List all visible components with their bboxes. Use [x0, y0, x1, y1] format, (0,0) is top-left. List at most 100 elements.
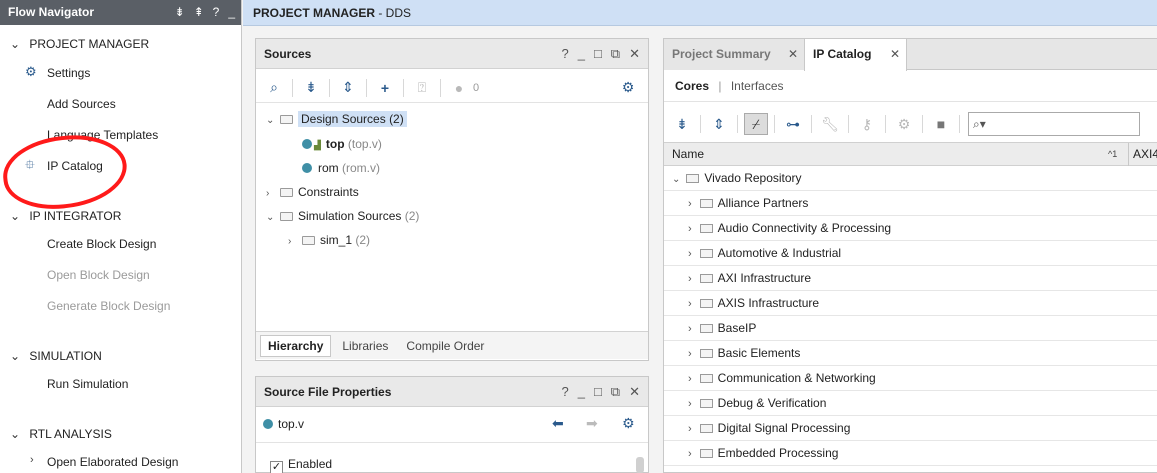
back-arrow-icon[interactable]: ⬅: [552, 415, 564, 432]
repository-label: Vivado Repository: [704, 171, 802, 185]
collapse-all-icon[interactable]: ⇟: [175, 0, 185, 25]
tab-libraries[interactable]: Libraries: [335, 336, 395, 356]
key-icon[interactable]: ⚷: [855, 113, 879, 135]
chevron-down-icon: ⌄: [672, 174, 681, 185]
nav-item-add-sources[interactable]: Add Sources: [47, 97, 116, 111]
help-icon[interactable]: ?: [213, 0, 220, 25]
collapse-all-icon[interactable]: ⇟: [299, 77, 323, 99]
list-item[interactable]: › BaseIP: [664, 316, 1157, 341]
source-file-properties-panel: Source File Properties ? _ □ ⧉ ✕ top.v ⬅…: [255, 376, 649, 473]
scrollbar[interactable]: [636, 457, 644, 473]
maximize-icon[interactable]: □: [594, 377, 602, 407]
close-icon[interactable]: ✕: [629, 377, 640, 407]
unknown-file-icon[interactable]: ⍰: [410, 77, 434, 99]
tree-count: (2): [355, 233, 371, 247]
subtab-cores[interactable]: Cores: [675, 79, 709, 93]
close-icon[interactable]: ✕: [629, 39, 640, 69]
minimize-icon[interactable]: _: [228, 0, 235, 25]
expand-all-icon[interactable]: ⇞: [194, 0, 204, 25]
wrench-icon[interactable]: 🔧︎: [818, 113, 842, 135]
minimize-icon[interactable]: _: [578, 377, 585, 407]
filter-icon[interactable]: ⌿: [744, 113, 768, 135]
tab-compile-order[interactable]: Compile Order: [399, 336, 491, 356]
list-item[interactable]: › Audio Connectivity & Processing: [664, 216, 1157, 241]
forward-arrow-icon[interactable]: ➡: [586, 415, 598, 432]
chevron-right-icon[interactable]: ›: [30, 454, 34, 466]
help-icon[interactable]: ?: [561, 39, 568, 69]
verilog-module-icon: [302, 163, 312, 173]
gear-icon: ⚙: [25, 64, 37, 79]
repository-row[interactable]: ⌄ Vivado Repository: [664, 166, 1157, 191]
expand-all-icon[interactable]: ⇕: [336, 77, 360, 99]
search-input[interactable]: ⌕▾: [968, 112, 1140, 136]
list-item[interactable]: › Digital Signal Processing: [664, 416, 1157, 441]
tree-rom[interactable]: rom (rom.v): [302, 161, 380, 175]
folder-icon: [699, 249, 713, 258]
tree-design-sources[interactable]: ⌄ Design Sources (2): [266, 111, 407, 127]
list-item[interactable]: › Alliance Partners: [664, 191, 1157, 216]
tree-count: (2): [389, 112, 404, 126]
enabled-checkbox[interactable]: ✓: [270, 461, 283, 473]
hierarchy-top-icon: ▟: [314, 140, 321, 150]
maximize-icon[interactable]: □: [594, 39, 602, 69]
enabled-label: Enabled: [288, 457, 333, 471]
list-item[interactable]: › AXI Infrastructure: [664, 266, 1157, 291]
section-rtl-analysis[interactable]: ⌄ RTL ANALYSIS: [10, 427, 112, 441]
tree-simulation-sources[interactable]: ⌄ Simulation Sources (2): [266, 209, 419, 223]
sources-bottom-tabs: Hierarchy Libraries Compile Order: [256, 331, 648, 359]
tree-top[interactable]: ▟ top (top.v): [302, 137, 382, 151]
enabled-checkbox-row[interactable]: ✓ Enabled: [270, 457, 332, 473]
category-label: Digital Signal Processing: [717, 421, 851, 435]
chevron-down-icon: ⌄: [10, 349, 21, 363]
tab-hierarchy[interactable]: Hierarchy: [260, 334, 332, 357]
category-label: Communication & Networking: [717, 371, 876, 385]
help-icon[interactable]: ?: [561, 377, 568, 407]
sfp-title-text: Source File Properties: [264, 385, 392, 399]
gear-icon[interactable]: ⚙: [622, 415, 635, 432]
float-icon[interactable]: ⧉: [611, 377, 620, 407]
editor-tabs: Project Summary ✕ IP Catalog ✕: [664, 39, 1157, 71]
stop-icon[interactable]: ■: [929, 113, 953, 135]
list-item[interactable]: › Automotive & Industrial: [664, 241, 1157, 266]
column-axi4[interactable]: AXI4: [1128, 143, 1157, 166]
minimize-icon[interactable]: _: [578, 39, 585, 69]
list-item[interactable]: › Basic Elements: [664, 341, 1157, 366]
search-icon[interactable]: ⌕: [262, 77, 286, 99]
list-item[interactable]: › Debug & Verification: [664, 391, 1157, 416]
close-icon[interactable]: ✕: [890, 39, 900, 69]
tree-constraints[interactable]: › Constraints: [266, 185, 359, 199]
section-project-manager[interactable]: ⌄ PROJECT MANAGER: [10, 37, 149, 51]
subtab-interfaces[interactable]: Interfaces: [731, 79, 784, 93]
category-label: Alliance Partners: [717, 196, 809, 210]
tree-sim-1[interactable]: › sim_1 (2): [288, 233, 370, 247]
list-item[interactable]: › Communication & Networking: [664, 366, 1157, 391]
chevron-right-icon: ›: [688, 323, 692, 335]
nav-item-run-simulation[interactable]: Run Simulation: [47, 377, 128, 391]
tab-ip-catalog[interactable]: IP Catalog ✕: [804, 39, 907, 71]
gear-icon[interactable]: ⚙: [616, 77, 640, 99]
section-simulation[interactable]: ⌄ SIMULATION: [10, 349, 102, 363]
float-icon[interactable]: ⧉: [611, 39, 620, 69]
column-name[interactable]: Name: [672, 147, 704, 161]
sfp-file-name: top.v: [278, 417, 305, 431]
add-icon[interactable]: +: [373, 77, 397, 99]
section-label: SIMULATION: [29, 349, 102, 363]
expand-all-icon[interactable]: ⇕: [707, 113, 731, 135]
nav-item-settings[interactable]: Settings: [47, 66, 90, 80]
collapse-all-icon[interactable]: ⇟: [670, 113, 694, 135]
tree-suffix: (top.v): [347, 137, 382, 151]
nav-item-create-block-design[interactable]: Create Block Design: [47, 237, 156, 251]
chevron-right-icon: ›: [688, 198, 692, 210]
nav-item-open-elaborated-design[interactable]: Open Elaborated Design: [47, 455, 178, 469]
section-ip-integrator[interactable]: ⌄ IP INTEGRATOR: [10, 209, 121, 223]
close-icon[interactable]: ✕: [788, 39, 798, 69]
list-item[interactable]: › Embedded Processing: [664, 441, 1157, 466]
tab-project-summary[interactable]: Project Summary ✕: [664, 39, 804, 70]
sfp-file: top.v: [263, 417, 304, 431]
chip-icon[interactable]: ⚙: [892, 113, 916, 135]
tree-label: Simulation Sources: [298, 209, 402, 223]
list-item[interactable]: › AXIS Infrastructure: [664, 291, 1157, 316]
folder-icon: [699, 224, 713, 233]
tree-suffix: (rom.v): [342, 161, 381, 175]
hierarchy-icon[interactable]: ⊶: [781, 113, 805, 135]
